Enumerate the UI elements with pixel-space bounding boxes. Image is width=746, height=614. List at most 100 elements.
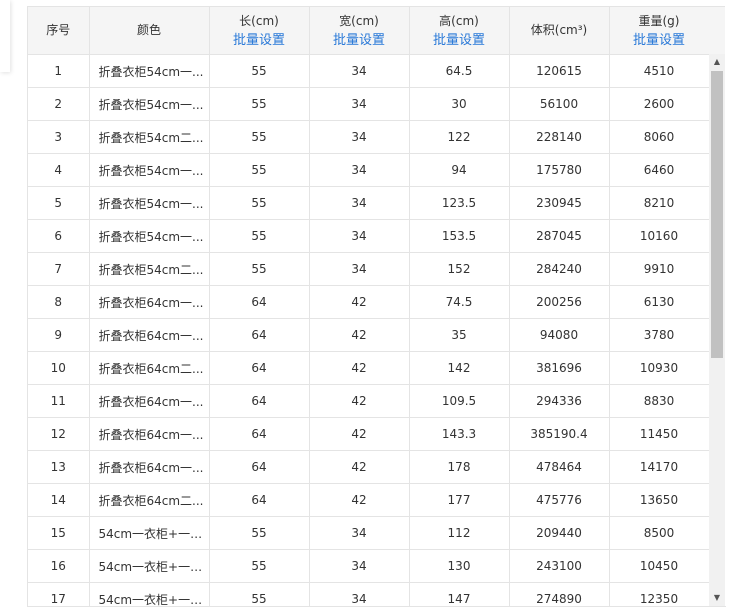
cell-color: 折叠衣柜54cm一... — [88, 186, 210, 220]
batch-set-weight-link[interactable]: 批量设置 — [610, 31, 708, 50]
cell-color: 折叠衣柜64cm一... — [88, 285, 210, 319]
table-row: 3 折叠衣柜54cm二... 55 34 122 228140 8060 — [28, 120, 710, 154]
cell-index: 3 — [28, 120, 90, 154]
table-row: 5 折叠衣柜54cm一... 55 34 123.5 230945 8210 — [28, 186, 710, 220]
cell-height: 178 — [408, 450, 510, 484]
cell-weight: 10930 — [608, 351, 710, 385]
cell-color: 折叠衣柜54cm二... — [88, 120, 210, 154]
cell-index: 16 — [28, 549, 90, 583]
table-row: 6 折叠衣柜54cm一... 55 34 153.5 287045 10160 — [28, 219, 710, 253]
cell-index: 1 — [28, 54, 90, 88]
cell-width: 42 — [308, 450, 410, 484]
cell-color: 折叠衣柜54cm二... — [88, 252, 210, 286]
cell-weight: 10160 — [608, 219, 710, 253]
cell-color: 折叠衣柜64cm一... — [88, 318, 210, 352]
cell-width: 42 — [308, 417, 410, 451]
cell-weight: 14170 — [608, 450, 710, 484]
cell-length: 64 — [208, 450, 310, 484]
header-height: 高(cm) 批量设置 — [408, 6, 510, 55]
table-body: 1 折叠衣柜54cm一... 55 34 64.5 120615 4510 2 折叠衣柜54cm… — [28, 54, 710, 606]
cell-height: 30 — [408, 87, 510, 121]
cell-width: 34 — [308, 153, 410, 187]
cell-weight: 3780 — [608, 318, 710, 352]
header-index: 序号 — [28, 6, 90, 55]
cell-width: 34 — [308, 549, 410, 583]
cell-width: 42 — [308, 285, 410, 319]
background-panel-edge — [0, 0, 10, 72]
cell-height: 94 — [408, 153, 510, 187]
cell-color: 折叠衣柜64cm二... — [88, 351, 210, 385]
table-row: 7 折叠衣柜54cm二... 55 34 152 284240 9910 — [28, 252, 710, 286]
cell-width: 42 — [308, 318, 410, 352]
cell-length: 55 — [208, 219, 310, 253]
cell-weight: 8210 — [608, 186, 710, 220]
cell-length: 64 — [208, 384, 310, 418]
cell-weight: 8830 — [608, 384, 710, 418]
scroll-down-icon[interactable]: ▼ — [709, 590, 725, 606]
cell-color: 折叠衣柜64cm一... — [88, 450, 210, 484]
cell-length: 55 — [208, 54, 310, 88]
cell-color: 折叠衣柜64cm二... — [88, 483, 210, 517]
cell-length: 64 — [208, 417, 310, 451]
cell-weight: 10450 — [608, 549, 710, 583]
cell-width: 42 — [308, 351, 410, 385]
cell-height: 152 — [408, 252, 510, 286]
cell-weight: 8060 — [608, 120, 710, 154]
cell-width: 34 — [308, 219, 410, 253]
cell-width: 34 — [308, 120, 410, 154]
cell-volume: 200256 — [508, 285, 610, 319]
table-row: 16 54cm一衣柜+一折... 55 34 130 243100 10450 — [28, 549, 710, 583]
cell-volume: 385190.4 — [508, 417, 610, 451]
batch-set-height-link[interactable]: 批量设置 — [410, 31, 508, 50]
cell-height: 35 — [408, 318, 510, 352]
batch-set-length-link[interactable]: 批量设置 — [210, 31, 308, 50]
table-row: 10 折叠衣柜64cm二... 64 42 142 381696 10930 — [28, 351, 710, 385]
cell-color: 折叠衣柜64cm一... — [88, 384, 210, 418]
cell-length: 55 — [208, 516, 310, 550]
cell-length: 64 — [208, 351, 310, 385]
cell-weight: 2600 — [608, 87, 710, 121]
cell-length: 55 — [208, 582, 310, 606]
table-row: 9 折叠衣柜64cm一... 64 42 35 94080 3780 — [28, 318, 710, 352]
cell-width: 34 — [308, 516, 410, 550]
cell-color: 折叠衣柜54cm一... — [88, 153, 210, 187]
table-row: 4 折叠衣柜54cm一... 55 34 94 175780 6460 — [28, 153, 710, 187]
cell-length: 55 — [208, 153, 310, 187]
cell-weight: 11450 — [608, 417, 710, 451]
header-length-label: 长(cm) — [239, 13, 279, 28]
cell-index: 15 — [28, 516, 90, 550]
table-row: 2 折叠衣柜54cm一... 55 34 30 56100 2600 — [28, 87, 710, 121]
batch-set-width-link[interactable]: 批量设置 — [310, 31, 408, 50]
cell-index: 4 — [28, 153, 90, 187]
cell-weight: 12350 — [608, 582, 710, 606]
cell-height: 112 — [408, 516, 510, 550]
header-height-label: 高(cm) — [439, 13, 479, 28]
cell-index: 11 — [28, 384, 90, 418]
cell-volume: 56100 — [508, 87, 610, 121]
table-header-row: 序号 颜色 长(cm) 批量设置 宽(cm) 批量设置 高(cm) 批量设置 体… — [28, 6, 710, 55]
cell-weight: 8500 — [608, 516, 710, 550]
vertical-scrollbar[interactable]: ▲ ▼ — [709, 54, 725, 606]
table-row: 8 折叠衣柜64cm一... 64 42 74.5 200256 6130 — [28, 285, 710, 319]
cell-width: 34 — [308, 252, 410, 286]
cell-index: 17 — [28, 582, 90, 606]
cell-color: 折叠衣柜54cm一... — [88, 54, 210, 88]
cell-width: 34 — [308, 186, 410, 220]
header-volume: 体积(cm³) — [508, 6, 610, 55]
cell-weight: 4510 — [608, 54, 710, 88]
cell-height: 64.5 — [408, 54, 510, 88]
table-row: 11 折叠衣柜64cm一... 64 42 109.5 294336 8830 — [28, 384, 710, 418]
cell-index: 9 — [28, 318, 90, 352]
table-row: 13 折叠衣柜64cm一... 64 42 178 478464 14170 — [28, 450, 710, 484]
cell-index: 2 — [28, 87, 90, 121]
scrollbar-thumb[interactable] — [711, 71, 723, 358]
header-weight: 重量(g) 批量设置 — [608, 6, 710, 55]
cell-volume: 274890 — [508, 582, 610, 606]
cell-height: 122 — [408, 120, 510, 154]
spec-table-container: 序号 颜色 长(cm) 批量设置 宽(cm) 批量设置 高(cm) 批量设置 体… — [27, 6, 726, 607]
cell-index: 13 — [28, 450, 90, 484]
cell-volume: 294336 — [508, 384, 610, 418]
header-color: 颜色 — [88, 6, 210, 55]
header-width-label: 宽(cm) — [339, 13, 379, 28]
scroll-up-icon[interactable]: ▲ — [709, 54, 725, 70]
